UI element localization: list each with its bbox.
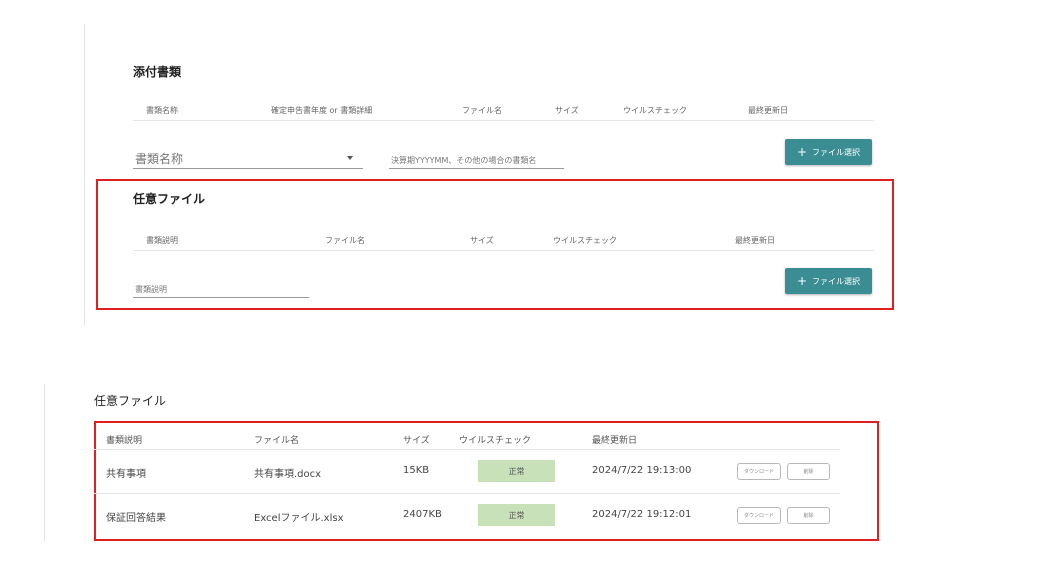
status-badge-label: 正常	[508, 466, 525, 476]
delete-button[interactable]: 削除	[787, 507, 830, 524]
file-select-label: ファイル選択	[812, 276, 861, 286]
col-virus-check: ウイルスチェック	[459, 436, 532, 446]
description-input[interactable]: 書類説明	[133, 281, 309, 298]
description-input-placeholder: 書類説明	[135, 285, 167, 294]
delete-button-label: 削除	[803, 513, 814, 519]
col-size: サイズ	[555, 106, 579, 115]
row-size: 2407KB	[403, 509, 442, 520]
download-button[interactable]: ダウンロード	[737, 507, 781, 524]
optional-list-header-divider	[94, 449, 840, 450]
doc-name-select[interactable]: 書類名称	[133, 147, 363, 169]
attachments-title: 添付書類	[133, 65, 182, 79]
row-divider	[94, 493, 840, 494]
row-updated: 2024/7/22 19:12:01	[592, 509, 692, 520]
optional-list-title: 任意ファイル	[94, 394, 167, 408]
period-input[interactable]: 決算期YYYYMM、その他の場合の書類名	[389, 152, 564, 169]
col-updated: 最終更新日	[748, 106, 788, 115]
attachments-header-divider	[133, 120, 874, 121]
period-input-placeholder: 決算期YYYYMM、その他の場合の書類名	[391, 156, 537, 165]
optional-file-select-button[interactable]: + ファイル選択	[785, 268, 872, 294]
download-button[interactable]: ダウンロード	[737, 463, 781, 480]
col-filename: ファイル名	[254, 436, 300, 446]
col-doc-name: 書類名称	[146, 106, 178, 115]
download-button-label: ダウンロード	[743, 513, 774, 519]
delete-button[interactable]: 削除	[787, 463, 830, 480]
plus-icon: +	[796, 274, 808, 288]
doc-name-select-value: 書類名称	[135, 152, 184, 166]
optional-form-header-divider	[133, 250, 874, 251]
col-year-detail: 確定申告書年度 or 書類詳細	[271, 106, 373, 115]
row-filename[interactable]: Excelファイル.xlsx	[254, 509, 344, 524]
row-filename[interactable]: 共有事項.docx	[254, 465, 321, 480]
optional-form-title: 任意ファイル	[133, 192, 206, 206]
col-filename: ファイル名	[325, 236, 365, 245]
chevron-down-icon	[347, 156, 353, 160]
col-description: 書類説明	[146, 236, 178, 245]
col-virus-check: ウイルスチェック	[623, 106, 687, 115]
left-divider-top	[84, 24, 85, 326]
col-description: 書類説明	[106, 436, 143, 446]
row-updated: 2024/7/22 19:13:00	[592, 465, 692, 476]
col-virus-check: ウイルスチェック	[553, 236, 617, 245]
delete-button-label: 削除	[803, 469, 814, 475]
plus-icon: +	[796, 145, 808, 159]
file-select-label: ファイル選択	[812, 147, 861, 157]
attachments-file-select-button[interactable]: + ファイル選択	[785, 139, 872, 165]
row-description: 保証回答結果	[106, 513, 166, 524]
left-divider-bottom	[44, 384, 45, 542]
row-description: 共有事項	[106, 469, 146, 480]
row-size: 15KB	[403, 465, 430, 476]
status-badge: 正常	[478, 504, 555, 526]
col-filename: ファイル名	[462, 106, 502, 115]
col-updated: 最終更新日	[735, 236, 775, 245]
download-button-label: ダウンロード	[743, 469, 774, 475]
col-size: サイズ	[470, 236, 494, 245]
col-updated: 最終更新日	[592, 436, 638, 446]
status-badge-label: 正常	[508, 510, 525, 520]
col-size: サイズ	[403, 436, 430, 446]
status-badge: 正常	[478, 460, 555, 482]
